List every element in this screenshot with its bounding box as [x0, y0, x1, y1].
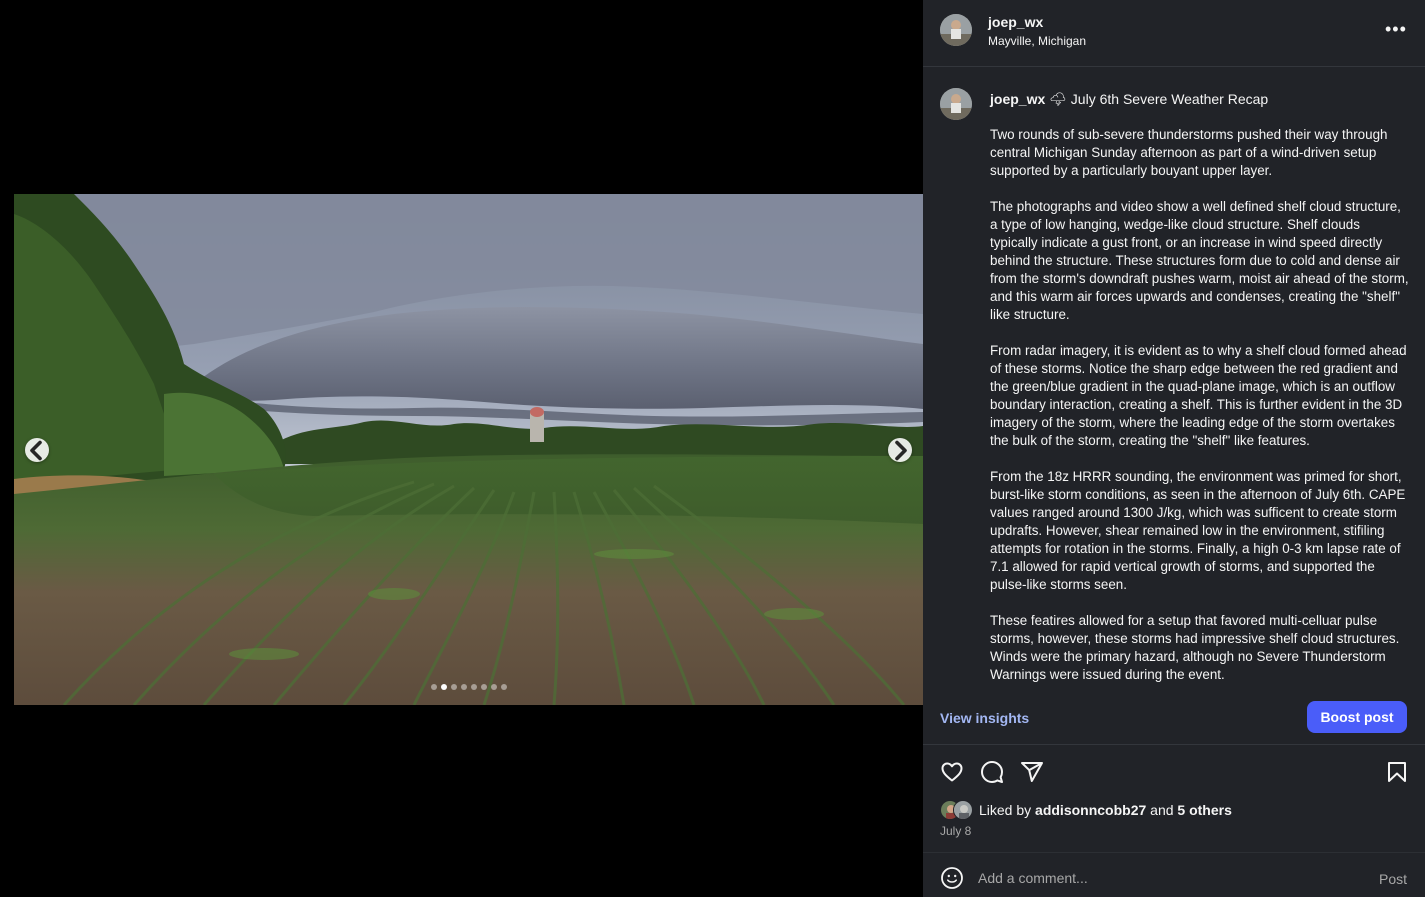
carousel-dot[interactable] — [471, 684, 477, 690]
liker-avatar — [953, 800, 973, 820]
bookmark-icon — [1388, 762, 1406, 782]
caption-paragraph: From radar imagery, it is evident as to … — [990, 343, 1407, 448]
save-button[interactable] — [1385, 760, 1409, 784]
likes-prefix: Liked by — [979, 802, 1036, 818]
author-username[interactable]: joep_wx — [988, 14, 1043, 30]
comment-button[interactable] — [980, 760, 1004, 784]
share-icon — [1021, 762, 1043, 782]
caption-paragraph: Two rounds of sub-severe thunderstorms p… — [990, 127, 1388, 178]
likes-summary: Liked by addisonncobb27 and 5 others — [940, 800, 1232, 820]
insights-row: View insights Boost post — [923, 689, 1425, 745]
liker-avatars[interactable] — [940, 800, 976, 820]
media-viewer — [0, 0, 923, 897]
post-photo — [14, 194, 923, 705]
smiley-icon — [941, 867, 963, 889]
carousel-prev-button[interactable] — [25, 438, 49, 462]
carousel-dot[interactable] — [451, 684, 457, 690]
view-insights-link[interactable]: View insights — [940, 710, 1029, 726]
likes-others-count[interactable]: 5 others — [1177, 802, 1231, 818]
comment-input[interactable] — [978, 865, 1358, 891]
chevron-right-icon — [895, 440, 907, 460]
post-location[interactable]: Mayville, Michigan — [988, 34, 1086, 48]
carousel-dot[interactable] — [431, 684, 437, 690]
caption-username[interactable]: joep_wx — [990, 91, 1045, 107]
boost-post-button[interactable]: Boost post — [1307, 701, 1407, 733]
like-button[interactable] — [940, 760, 964, 784]
share-button[interactable] — [1020, 760, 1044, 784]
caption-text: Two rounds of sub-severe thunderstorms p… — [990, 126, 1410, 689]
emoji-button[interactable] — [940, 866, 964, 890]
carousel-dots — [431, 684, 507, 690]
liker-username[interactable]: addisonncobb27 — [1035, 802, 1146, 818]
post-date[interactable]: July 8 — [940, 824, 971, 838]
post-comment-button[interactable]: Post — [1379, 871, 1407, 887]
carousel-dot[interactable] — [461, 684, 467, 690]
carousel-dot[interactable] — [481, 684, 487, 690]
carousel-next-button[interactable] — [888, 438, 912, 462]
caption-author-avatar[interactable] — [940, 88, 972, 120]
author-avatar[interactable] — [940, 14, 972, 46]
profile-photo — [940, 88, 972, 120]
caption-scroll-area[interactable]: joep_wx 🌩 July 6th Severe Weather Recap … — [923, 68, 1425, 689]
carousel-dot[interactable] — [491, 684, 497, 690]
action-bar — [923, 756, 1425, 788]
caption-paragraph: These featires allowed for a setup that … — [990, 613, 1400, 682]
caption-heading: joep_wx 🌩 July 6th Severe Weather Recap — [990, 91, 1268, 108]
caption-title: 🌩 July 6th Severe Weather Recap — [1045, 91, 1269, 107]
caption-paragraph: The photographs and video show a well de… — [990, 199, 1409, 322]
chevron-left-icon — [30, 440, 42, 460]
post-header: joep_wx Mayville, Michigan ••• — [923, 0, 1425, 67]
profile-photo — [940, 14, 972, 46]
likes-and: and — [1146, 802, 1178, 818]
more-options-button[interactable]: ••• — [1385, 20, 1407, 38]
carousel-dot[interactable] — [501, 684, 507, 690]
shelf-cloud-photo — [14, 194, 923, 705]
likes-text[interactable]: Liked by addisonncobb27 and 5 others — [979, 802, 1232, 818]
comment-icon — [981, 761, 1003, 783]
post-panel: joep_wx Mayville, Michigan ••• joep_wx 🌩… — [923, 0, 1425, 897]
heart-icon — [941, 762, 963, 782]
carousel-dot-active[interactable] — [441, 684, 447, 690]
comment-bar: Post — [923, 852, 1425, 897]
caption-paragraph: From the 18z HRRR sounding, the environm… — [990, 469, 1406, 592]
